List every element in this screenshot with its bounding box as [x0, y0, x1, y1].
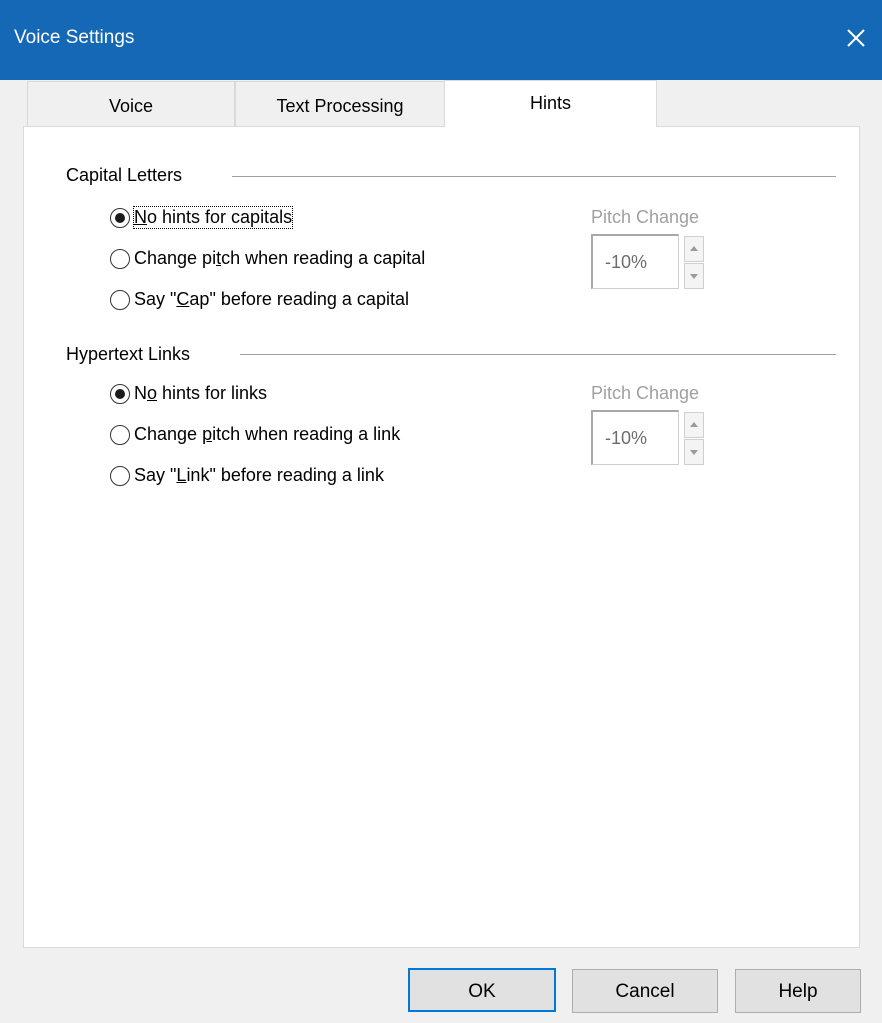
- radio-button[interactable]: [110, 207, 130, 228]
- radio-button[interactable]: [110, 289, 130, 310]
- ok-button-label: OK: [468, 981, 496, 1002]
- tab-text-processing-label: Text Processing: [276, 96, 404, 116]
- radio-no-hints-capitals[interactable]: No hints for capitals: [110, 206, 294, 229]
- hypertext-links-divider: [240, 354, 836, 355]
- link-pitch-change-label: Pitch Change: [591, 383, 700, 403]
- capital-letters-heading: Capital Letters: [66, 165, 183, 185]
- capital-pitch-down-button[interactable]: [684, 263, 704, 289]
- close-button[interactable]: [836, 18, 876, 58]
- cancel-button[interactable]: Cancel: [572, 969, 718, 1013]
- cancel-button-label: Cancel: [615, 981, 675, 1002]
- tab-text-processing[interactable]: Text Processing: [235, 81, 445, 127]
- window-title: Voice Settings: [14, 27, 135, 48]
- radio-button[interactable]: [110, 383, 130, 404]
- help-button-label: Help: [778, 981, 818, 1002]
- link-pitch-down-button[interactable]: [684, 439, 704, 465]
- radio-label: Say "Cap" before reading a capital: [134, 289, 409, 309]
- radio-button[interactable]: [110, 465, 130, 486]
- tab-voice-label: Voice: [108, 96, 154, 116]
- capital-pitch-value: -10%: [605, 252, 648, 272]
- radio-button[interactable]: [110, 424, 130, 445]
- link-pitch-input[interactable]: -10%: [591, 410, 679, 465]
- hints-panel: Capital Letters No hints for capitals Ch…: [23, 126, 860, 948]
- radio-change-pitch-capital[interactable]: Change pitch when reading a capital: [110, 248, 425, 269]
- hypertext-links-heading: Hypertext Links: [66, 344, 191, 364]
- radio-label: No hints for capitals: [132, 206, 294, 229]
- capital-pitch-input[interactable]: -10%: [591, 234, 679, 289]
- capital-pitch-up-button[interactable]: [684, 236, 704, 262]
- title-bar: Voice Settings: [0, 0, 882, 80]
- link-pitch-up-button[interactable]: [684, 412, 704, 438]
- tab-hints-label: Hints: [529, 93, 571, 113]
- radio-change-pitch-link[interactable]: Change pitch when reading a link: [110, 424, 400, 445]
- radio-button[interactable]: [110, 248, 130, 269]
- close-icon: [847, 29, 865, 47]
- radio-label: Change pitch when reading a link: [134, 424, 401, 444]
- tab-hints[interactable]: Hints: [444, 80, 657, 127]
- radio-no-hints-links[interactable]: No hints for links: [110, 383, 267, 404]
- ok-button[interactable]: OK: [408, 968, 556, 1012]
- capital-pitch-change-label: Pitch Change: [591, 207, 700, 227]
- link-pitch-value: -10%: [605, 428, 648, 448]
- tab-voice[interactable]: Voice: [27, 81, 235, 127]
- radio-say-link[interactable]: Say "Link" before reading a link: [110, 465, 384, 486]
- radio-say-cap[interactable]: Say "Cap" before reading a capital: [110, 289, 409, 310]
- capital-letters-divider: [232, 176, 836, 177]
- radio-label: Change pitch when reading a capital: [134, 248, 426, 268]
- radio-label: No hints for links: [134, 383, 268, 403]
- help-button[interactable]: Help: [735, 969, 861, 1013]
- radio-label: Say "Link" before reading a link: [134, 465, 384, 485]
